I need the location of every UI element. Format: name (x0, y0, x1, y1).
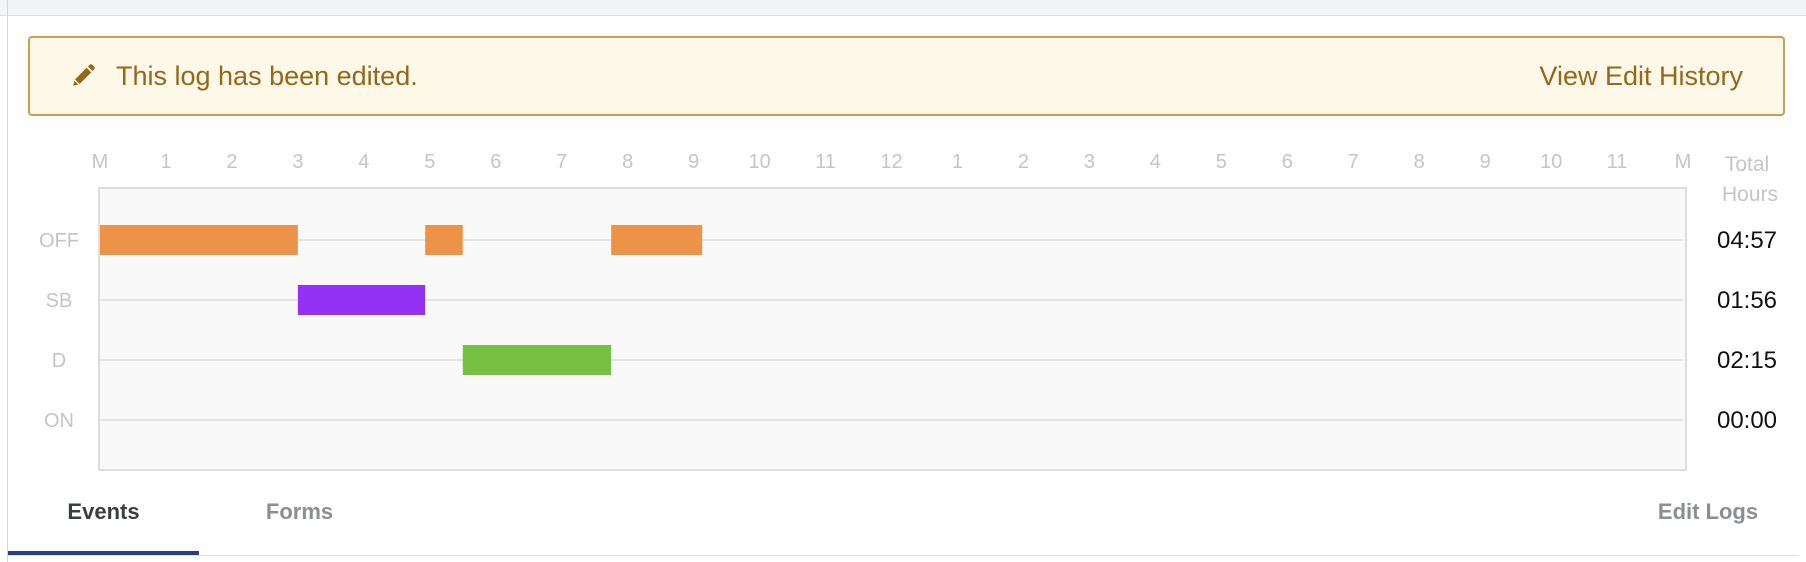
hour-label: 1 (160, 151, 171, 173)
total-hours-off: 04:57 (1717, 227, 1777, 254)
hour-label: 9 (1480, 151, 1491, 173)
log-page: This log has been edited. View Edit Hist… (0, 0, 1806, 562)
log-tabs: Events Forms Edit Logs (8, 468, 1798, 556)
tab-edit-logs[interactable]: Edit Logs (1628, 468, 1788, 556)
hour-label: 10 (748, 151, 770, 173)
segment-off (100, 225, 298, 255)
hos-log-chart: M 1 2 3 4 5 6 7 8 9 10 11 12 1 2 3 4 5 6 7 8 9 10 11 M Total Hou… (39, 151, 1778, 471)
hour-label: 6 (1282, 151, 1293, 173)
hour-label: 10 (1540, 151, 1562, 173)
segment-sb (297, 285, 426, 315)
hour-label: 6 (490, 151, 501, 173)
segment-off (425, 225, 463, 255)
total-hours-d: 02:15 (1717, 347, 1777, 374)
total-hours-sb: 01:56 (1717, 287, 1777, 314)
pencil-icon (73, 64, 95, 86)
total-header-line-2: Hours (1722, 183, 1778, 206)
hour-label: 7 (1348, 151, 1359, 173)
top-bar (0, 0, 1806, 16)
hour-label: 9 (688, 151, 699, 173)
tab-edit-logs-label: Edit Logs (1657, 499, 1759, 524)
segment-d (462, 345, 612, 375)
hour-label: 11 (1607, 151, 1628, 173)
hour-label: 4 (1150, 151, 1161, 173)
segment-off (611, 225, 703, 255)
active-tab-indicator (8, 551, 199, 555)
hour-label: 8 (1414, 151, 1425, 173)
tab-forms-label: Forms (265, 499, 334, 524)
tab-events-label: Events (67, 499, 140, 524)
chart-plot-area (98, 187, 1687, 471)
banner-message: This log has been edited. (116, 60, 418, 91)
hour-labels: M 1 2 3 4 5 6 7 8 9 10 11 12 1 2 3 4 5 6 7 8 9 10 11 M (92, 151, 1692, 173)
status-label-sb: SB (46, 290, 73, 312)
hour-label: 1 (952, 151, 963, 173)
tab-forms[interactable]: Forms (207, 468, 392, 556)
hour-label: 3 (292, 151, 303, 173)
view-edit-history-link[interactable]: View Edit History (1539, 61, 1743, 92)
hour-label: 5 (424, 151, 435, 173)
edited-log-banner: This log has been edited. View Edit Hist… (28, 36, 1785, 116)
hour-label: 3 (1084, 151, 1095, 173)
hour-label: 4 (358, 151, 369, 173)
hour-label: 2 (1018, 151, 1029, 173)
hour-label: 11 (815, 151, 836, 173)
status-label-d: D (52, 350, 66, 372)
status-label-on: ON (44, 410, 74, 432)
hour-label: M (1675, 151, 1692, 173)
total-hours-on: 00:00 (1717, 407, 1777, 434)
hour-label: 7 (556, 151, 567, 173)
hour-label: 12 (880, 151, 902, 173)
hour-label: M (92, 151, 109, 173)
tab-events[interactable]: Events (8, 468, 199, 556)
banner-message-group: This log has been edited. (70, 61, 418, 92)
status-label-off: OFF (39, 230, 79, 252)
hour-label: 5 (1216, 151, 1227, 173)
total-header-line-1: Total (1725, 153, 1769, 176)
hour-label: 2 (226, 151, 237, 173)
hour-label: 8 (622, 151, 633, 173)
